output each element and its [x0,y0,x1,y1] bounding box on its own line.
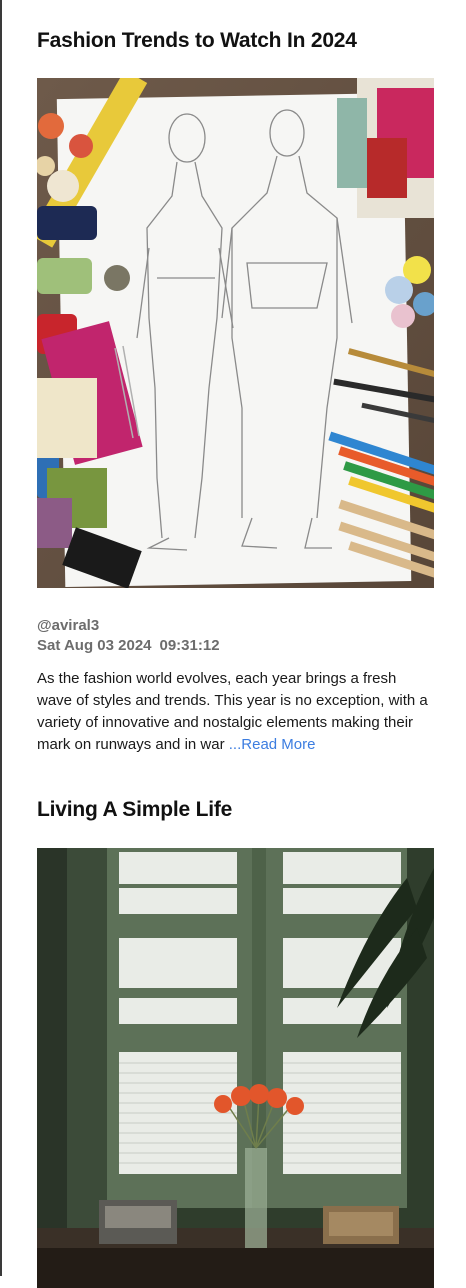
post-timestamp: Sat Aug 03 2024 09:31:12 [37,636,434,656]
blog-post: Living A Simple Life [37,796,434,1288]
post-title[interactable]: Fashion Trends to Watch In 2024 [37,0,434,55]
post-image[interactable] [37,848,434,1288]
post-image[interactable] [37,78,434,588]
post-excerpt: As the fashion world evolves, each year … [37,668,434,756]
blog-post: Fashion Trends to Watch In 2024 @aviral3… [37,0,434,756]
post-title[interactable]: Living A Simple Life [37,796,434,824]
post-date: Sat Aug 03 2024 [37,637,152,654]
read-more-link[interactable]: ...Read More [225,736,316,753]
post-time: 09:31:12 [159,637,220,654]
window-flowers-image [37,848,434,1288]
page-left-border [0,0,2,1276]
post-author[interactable]: @aviral3 [37,616,434,636]
fashion-sketch-image [37,78,434,588]
blog-feed: Fashion Trends to Watch In 2024 @aviral3… [37,0,434,1288]
